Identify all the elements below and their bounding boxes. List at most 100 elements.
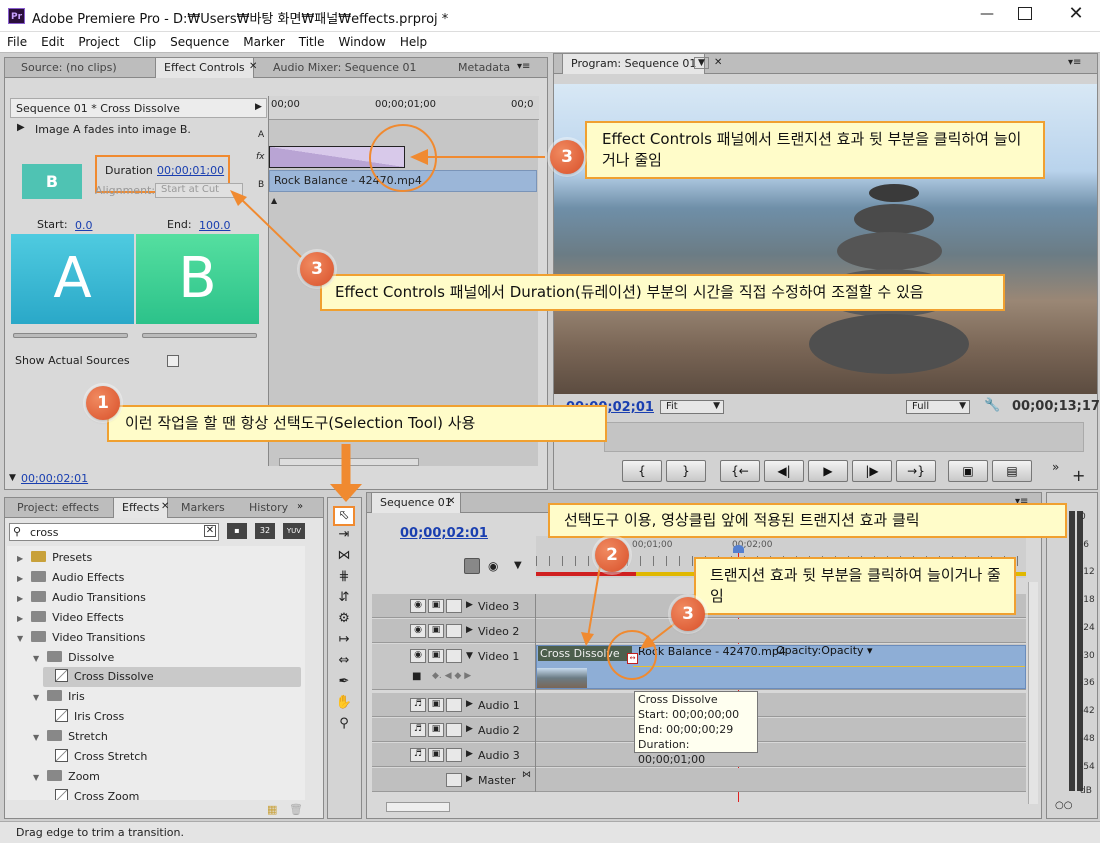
alignment-dropdown[interactable]: Start at Cut bbox=[155, 183, 243, 198]
maximize-icon[interactable] bbox=[1018, 7, 1032, 20]
search-input[interactable]: cross bbox=[30, 526, 59, 539]
lock-icon[interactable]: ▣ bbox=[428, 698, 444, 712]
speaker-icon[interactable]: ♬ bbox=[410, 698, 426, 712]
start-slider[interactable] bbox=[13, 333, 128, 338]
razor-icon[interactable]: ⚙ bbox=[333, 611, 355, 631]
selection-tool-icon[interactable]: ⬁ bbox=[333, 506, 355, 526]
menu-file[interactable]: File bbox=[0, 32, 34, 49]
yuv-effects-icon[interactable]: YUV bbox=[283, 523, 305, 539]
end-value[interactable]: 100.0 bbox=[199, 219, 231, 232]
lift-button[interactable]: ▣ bbox=[948, 460, 988, 482]
panel-menu-icon[interactable]: » bbox=[297, 501, 303, 512]
menu-help[interactable]: Help bbox=[393, 32, 434, 49]
tree-presets[interactable]: ▶ Presets bbox=[17, 548, 92, 568]
sync-lock-icon[interactable] bbox=[446, 599, 462, 613]
clear-search-icon[interactable]: ✕ bbox=[204, 525, 216, 537]
eye-icon[interactable]: ◉ bbox=[410, 624, 426, 638]
sync-lock-icon[interactable] bbox=[446, 624, 462, 638]
ec-timecode[interactable]: 00;00;02;01 bbox=[21, 472, 88, 485]
tab-metadata[interactable]: Metadata bbox=[450, 58, 518, 78]
speaker-icon[interactable]: ♬ bbox=[410, 723, 426, 737]
tab-history[interactable]: History bbox=[241, 498, 296, 518]
new-bin-icon[interactable]: ▦ bbox=[267, 803, 277, 816]
tab-source[interactable]: Source: (no clips) bbox=[13, 58, 125, 78]
slip-icon[interactable]: ↦ bbox=[333, 632, 355, 652]
timeline-scrollbar[interactable] bbox=[386, 802, 450, 812]
keyframe-icon[interactable]: ■ bbox=[412, 671, 421, 682]
expand-arrow-icon[interactable]: ▶ bbox=[466, 600, 473, 610]
sync-lock-icon[interactable] bbox=[446, 723, 462, 737]
trash-icon[interactable]: 🗑 bbox=[289, 803, 303, 816]
expand-arrow-icon[interactable]: ▶ bbox=[255, 102, 262, 112]
solo-icon[interactable]: ○○ bbox=[1055, 800, 1072, 811]
fit-dropdown[interactable]: Fit ▼ bbox=[660, 400, 724, 414]
tab-program[interactable]: Program: Sequence 01 bbox=[562, 54, 706, 74]
tree-stretch[interactable]: ▼ Stretch bbox=[33, 727, 108, 747]
tree-video-effects[interactable]: ▶ Video Effects bbox=[17, 608, 124, 628]
lock-icon[interactable]: ▣ bbox=[428, 599, 444, 613]
ec-scrollbar[interactable] bbox=[279, 458, 419, 466]
go-to-in-button[interactable]: {← bbox=[720, 460, 760, 482]
keyframe-nav-icon[interactable]: ◆. ◀ ◆ ▶ bbox=[432, 671, 471, 681]
quality-dropdown[interactable]: Full ▼ bbox=[906, 400, 970, 414]
start-value[interactable]: 0.0 bbox=[75, 219, 93, 232]
show-actual-sources-checkbox[interactable] bbox=[167, 355, 179, 367]
step-forward-button[interactable]: |▶ bbox=[852, 460, 892, 482]
playhead-handle-icon[interactable] bbox=[733, 545, 744, 553]
pen-icon[interactable]: ✒ bbox=[333, 674, 355, 694]
tab-project[interactable]: Project: effects bbox=[9, 498, 107, 518]
eye-icon[interactable]: ◉ bbox=[410, 649, 426, 663]
hand-icon[interactable]: ✋ bbox=[333, 695, 355, 715]
lock-icon[interactable]: ▣ bbox=[428, 723, 444, 737]
transition-block[interactable]: Cross Dissolve bbox=[538, 646, 632, 661]
marker-icon[interactable]: ◉ bbox=[488, 559, 498, 573]
menu-project[interactable]: Project bbox=[71, 32, 126, 49]
menu-marker[interactable]: Marker bbox=[236, 32, 291, 49]
tab-effect-controls[interactable]: Effect Controls bbox=[155, 58, 254, 78]
expand-arrow-icon[interactable]: ▶ bbox=[466, 699, 473, 709]
tree-dissolve[interactable]: ▼ Dissolve bbox=[33, 648, 114, 668]
tree-cross-zoom[interactable]: Cross Zoom bbox=[55, 787, 139, 800]
expand-arrow-icon[interactable]: ▶ bbox=[466, 724, 473, 734]
end-slider[interactable] bbox=[142, 333, 257, 338]
expand-arrow-icon[interactable]: ▶ bbox=[466, 625, 473, 635]
tree-video-transitions[interactable]: ▼ Video Transitions bbox=[17, 628, 145, 648]
menu-edit[interactable]: Edit bbox=[34, 32, 71, 49]
snap-icon[interactable] bbox=[464, 558, 480, 574]
expand-arrow-icon[interactable]: ▶ bbox=[466, 774, 473, 784]
speaker-icon[interactable]: ♬ bbox=[410, 748, 426, 762]
add-marker-icon[interactable]: ▼ bbox=[514, 560, 522, 571]
go-to-out-button[interactable]: →} bbox=[896, 460, 936, 482]
panel-menu-icon[interactable]: ▾≡ bbox=[517, 61, 530, 72]
eye-icon[interactable]: ◉ bbox=[410, 599, 426, 613]
rate-stretch-icon[interactable]: ⇵ bbox=[333, 590, 355, 610]
close-icon[interactable]: ✕ bbox=[249, 61, 257, 72]
opacity-dropdown[interactable]: Opacity:Opacity ▾ bbox=[776, 644, 873, 657]
transition-bar[interactable] bbox=[269, 146, 405, 168]
close-icon[interactable]: ✕ bbox=[161, 501, 169, 512]
tree-cross-stretch[interactable]: Cross Stretch bbox=[55, 747, 147, 767]
tree-iris-cross[interactable]: Iris Cross bbox=[55, 707, 124, 727]
accelerated-effects-icon[interactable]: ▪ bbox=[227, 523, 247, 539]
wrench-icon[interactable]: 🔧 bbox=[984, 398, 1000, 413]
lock-icon[interactable]: ▣ bbox=[428, 624, 444, 638]
track-select-icon[interactable]: ⇥ bbox=[333, 527, 355, 547]
program-dropdown-icon[interactable]: ▼ bbox=[694, 57, 709, 69]
close-icon[interactable]: ✕ bbox=[714, 57, 722, 68]
sync-lock-icon[interactable] bbox=[446, 773, 462, 787]
menu-clip[interactable]: Clip bbox=[126, 32, 163, 49]
sync-lock-icon[interactable] bbox=[446, 649, 462, 663]
tree-cross-dissolve[interactable]: Cross Dissolve bbox=[43, 667, 301, 687]
extract-button[interactable]: ▤ bbox=[992, 460, 1032, 482]
menu-sequence[interactable]: Sequence bbox=[163, 32, 236, 49]
lock-icon[interactable]: ▣ bbox=[428, 748, 444, 762]
expand-arrow-icon[interactable]: ▶ bbox=[466, 749, 473, 759]
close-icon[interactable]: ✕ bbox=[1064, 3, 1088, 25]
tree-iris[interactable]: ▼ Iris bbox=[33, 687, 85, 707]
tree-zoom[interactable]: ▼ Zoom bbox=[33, 767, 100, 787]
program-scrubber[interactable] bbox=[604, 422, 1084, 452]
tree-audio-effects[interactable]: ▶ Audio Effects bbox=[17, 568, 124, 588]
tab-audio-mixer[interactable]: Audio Mixer: Sequence 01 bbox=[265, 58, 425, 78]
tree-audio-transitions[interactable]: ▶ Audio Transitions bbox=[17, 588, 146, 608]
play-button[interactable]: ▶ bbox=[808, 460, 848, 482]
